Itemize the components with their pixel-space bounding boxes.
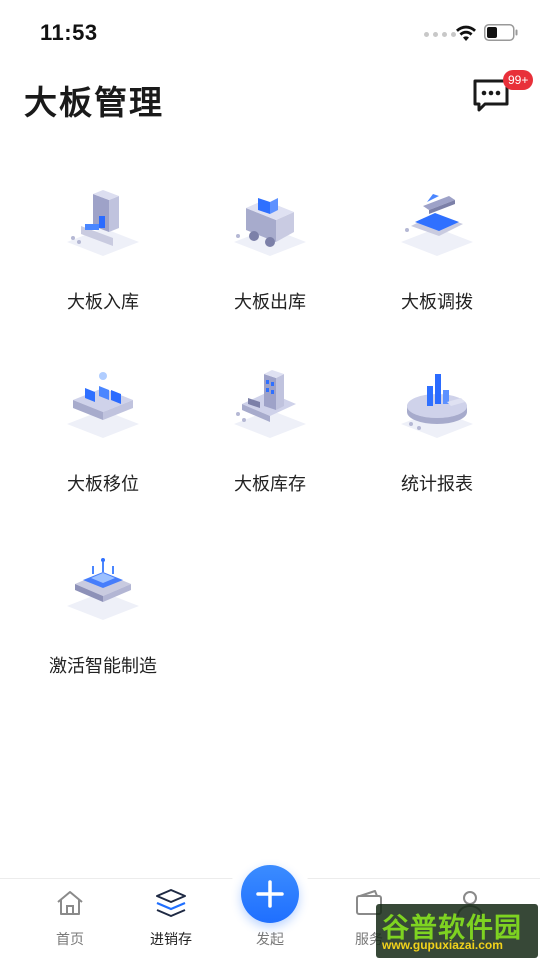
tab-home[interactable]: 首页 bbox=[16, 879, 124, 960]
grid-item-inventory[interactable]: 大板库存 bbox=[187, 362, 353, 532]
grid-item-label: 大板移位 bbox=[67, 474, 139, 495]
watermark: 谷普软件园 www.gupuxiazai.com bbox=[376, 904, 538, 958]
grid-item-label: 激活智能制造 bbox=[49, 656, 157, 677]
wifi-icon bbox=[456, 25, 476, 41]
inventory-building-icon bbox=[234, 370, 306, 438]
grid-item-inbound[interactable]: 大板入库 bbox=[20, 180, 186, 350]
outbound-truck-icon bbox=[234, 198, 306, 256]
inbound-icon bbox=[67, 190, 139, 256]
grid-item-transfer[interactable]: 大板调拨 bbox=[354, 180, 520, 350]
grid-item-label: 大板调拨 bbox=[401, 292, 473, 313]
tab-label: 首页 bbox=[56, 932, 84, 948]
tab-label: 进销存 bbox=[150, 932, 192, 948]
smart-chip-icon bbox=[67, 558, 139, 620]
grid-item-label: 统计报表 bbox=[401, 474, 473, 495]
grid-item-statistics[interactable]: 统计报表 bbox=[354, 362, 520, 532]
grid-item-label: 大板入库 bbox=[67, 292, 139, 313]
plus-icon bbox=[256, 880, 284, 908]
home-icon bbox=[57, 891, 83, 915]
signal-icon bbox=[424, 32, 456, 37]
transfer-icon bbox=[401, 194, 473, 256]
initiate-fab-button[interactable] bbox=[241, 865, 299, 923]
tab-inventory[interactable]: 进销存 bbox=[117, 879, 225, 960]
status-time: 11:53 bbox=[40, 20, 98, 45]
page-title: 大板管理 bbox=[24, 83, 164, 122]
status-bar: 11:53 bbox=[0, 0, 540, 64]
grid-item-label: 大板库存 bbox=[234, 474, 306, 495]
watermark-url: www.gupuxiazai.com bbox=[382, 938, 503, 952]
layers-icon bbox=[156, 889, 186, 917]
relocate-icon bbox=[67, 372, 139, 438]
grid-item-outbound[interactable]: 大板出库 bbox=[187, 180, 353, 350]
grid-item-relocate[interactable]: 大板移位 bbox=[20, 362, 186, 532]
grid-item-smart-manufacturing[interactable]: 激活智能制造 bbox=[20, 544, 186, 714]
tab-label: 发起 bbox=[256, 932, 284, 948]
grid-item-label: 大板出库 bbox=[234, 292, 306, 313]
message-badge: 99+ bbox=[503, 70, 534, 90]
battery-icon bbox=[484, 24, 518, 41]
statistics-chart-icon bbox=[401, 374, 473, 438]
